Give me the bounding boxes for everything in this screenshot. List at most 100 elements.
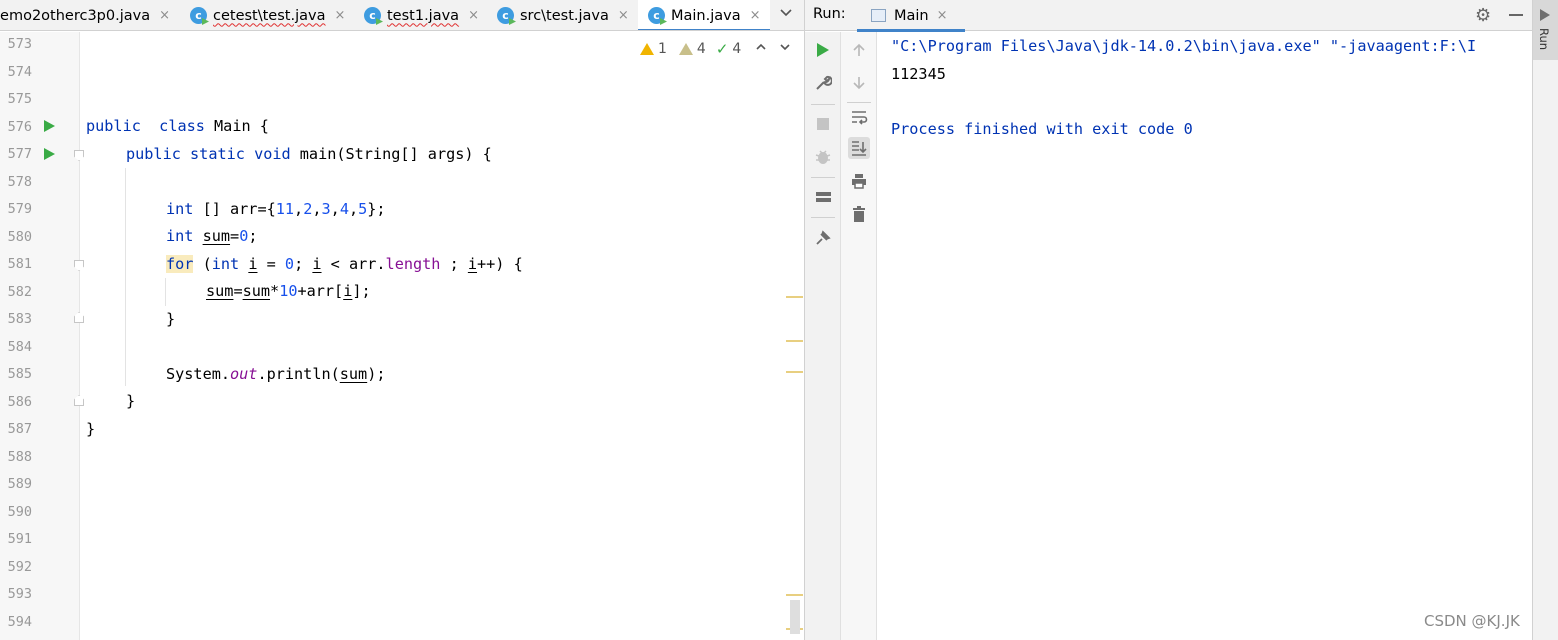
code-text: ;: [248, 227, 258, 245]
trash-icon[interactable]: [848, 203, 870, 225]
debug-bug-icon[interactable]: [812, 146, 834, 168]
chevron-up-icon[interactable]: [755, 41, 767, 57]
console-window-icon: [871, 9, 886, 22]
code-line-587: }: [86, 419, 96, 438]
run-main-icon[interactable]: [44, 148, 55, 160]
chevron-down-icon[interactable]: [775, 5, 797, 25]
run-side-tab[interactable]: Run: [1533, 0, 1558, 60]
code-text: };: [367, 199, 386, 218]
keyword: void: [254, 144, 291, 163]
warning-mark[interactable]: [786, 296, 803, 298]
warning-count: 1: [658, 41, 667, 57]
java-class-icon: c: [364, 7, 381, 24]
variable: sum: [202, 227, 231, 245]
tab-src-test[interactable]: c src\test.java ×: [497, 0, 637, 30]
run-side-icon: [1540, 9, 1550, 21]
close-icon[interactable]: ×: [750, 8, 761, 23]
java-class-icon: c: [190, 7, 207, 24]
code-text: =: [230, 227, 240, 245]
number-literal: 0: [239, 227, 249, 245]
toolbar-separator: [811, 104, 835, 105]
layout-button[interactable]: [812, 186, 834, 208]
code-text: *: [270, 282, 280, 300]
code-text: (: [193, 254, 212, 273]
arrow-down-icon[interactable]: [848, 72, 870, 94]
minimize-icon[interactable]: [1509, 14, 1523, 16]
code-text: main(String[] args) {: [290, 144, 492, 163]
close-icon[interactable]: ×: [334, 8, 345, 23]
warning-mark[interactable]: [786, 594, 803, 596]
code-line-583: }: [166, 309, 176, 328]
code-line-579: int [] arr={11,2,3,4,5};: [166, 199, 386, 218]
console-exit-message: Process finished with exit code 0: [891, 119, 1193, 138]
line-number: 582: [7, 283, 32, 300]
close-icon[interactable]: ×: [159, 8, 170, 23]
weak-warning-count: 4: [696, 41, 706, 57]
code-area[interactable]: public class Main { public static void m…: [86, 32, 786, 640]
number-literal: 10: [279, 282, 298, 300]
code-text: Main {: [204, 117, 269, 135]
pin-icon[interactable]: [812, 227, 834, 249]
code-text: =: [233, 282, 243, 300]
tab-cetest-test[interactable]: c cetest\test.java ×: [190, 0, 355, 30]
tab-main[interactable]: c Main.java ×: [638, 0, 770, 30]
close-icon[interactable]: ×: [618, 8, 629, 23]
warning-mark[interactable]: [786, 371, 803, 373]
code-text: =: [257, 254, 285, 273]
chevron-down-icon[interactable]: [779, 41, 791, 57]
arrow-up-icon[interactable]: [848, 39, 870, 61]
run-config-tab[interactable]: Main ×: [857, 0, 965, 32]
variable: sum: [242, 282, 271, 300]
line-number: 590: [7, 503, 32, 520]
keyword: int: [211, 254, 240, 273]
editor-scrollbar-thumb[interactable]: [790, 600, 800, 634]
wrench-icon[interactable]: [812, 72, 834, 94]
line-number: 589: [7, 476, 32, 492]
code-line-577: public static void main(String[] args) {: [126, 141, 492, 169]
warning-mark[interactable]: [786, 340, 803, 342]
code-line-576: public class Main {: [86, 113, 269, 141]
line-number: 577: [7, 146, 32, 162]
keyword: public: [126, 144, 181, 163]
line-number: 593: [7, 586, 32, 602]
code-text: );: [367, 364, 386, 383]
java-class-icon: c: [497, 7, 514, 24]
run-tool-window: Run: Main × ⚙ "C:\Program Files\Java\jdk…: [804, 0, 1558, 640]
inspection-widget[interactable]: 1 4 ✓ 4: [640, 38, 791, 60]
run-class-icon[interactable]: [44, 120, 55, 132]
rerun-button[interactable]: [812, 39, 834, 61]
keyword: int: [166, 199, 194, 218]
variable: sum: [339, 364, 368, 383]
tab-test1[interactable]: c test1.java ×: [364, 0, 490, 30]
print-icon[interactable]: [848, 170, 870, 192]
code-line-586: }: [126, 392, 136, 410]
scroll-to-end-icon[interactable]: [848, 137, 870, 159]
run-tab-label: Main: [894, 7, 929, 24]
run-side-label: Run: [1537, 28, 1551, 51]
java-class-icon: c: [648, 7, 665, 24]
run-toolbar-secondary: [841, 32, 877, 640]
line-number: 575: [7, 91, 32, 107]
tab-lemo2otherc3p0[interactable]: lemo2otherc3p0.java ×: [0, 0, 182, 30]
console-stdout-line: 112345: [891, 64, 946, 83]
line-number: 594: [7, 613, 32, 630]
tab-label: src\test.java: [520, 7, 609, 24]
stop-button[interactable]: [812, 113, 834, 135]
soft-wrap-icon[interactable]: [848, 106, 870, 128]
close-icon[interactable]: ×: [468, 8, 479, 23]
run-window-title: Run:: [813, 6, 846, 22]
layout-icon: [815, 192, 831, 202]
line-number: 587: [7, 421, 32, 437]
code-line-580: int sum=0;: [166, 223, 258, 251]
weak-warning-icon: [678, 43, 693, 55]
close-icon[interactable]: ×: [937, 8, 948, 23]
line-number: 584: [7, 338, 32, 355]
gear-icon[interactable]: ⚙: [1475, 5, 1491, 26]
number-literal: 0: [284, 254, 295, 273]
stop-icon: [817, 118, 829, 130]
number-literal: 5: [358, 199, 368, 218]
console-output[interactable]: "C:\Program Files\Java\jdk-14.0.2\bin\ja…: [891, 32, 1531, 640]
code-text: ];: [352, 282, 371, 300]
console-command-line: "C:\Program Files\Java\jdk-14.0.2\bin\ja…: [891, 37, 1477, 55]
watermark: CSDN @KJ.JK: [1424, 612, 1520, 630]
